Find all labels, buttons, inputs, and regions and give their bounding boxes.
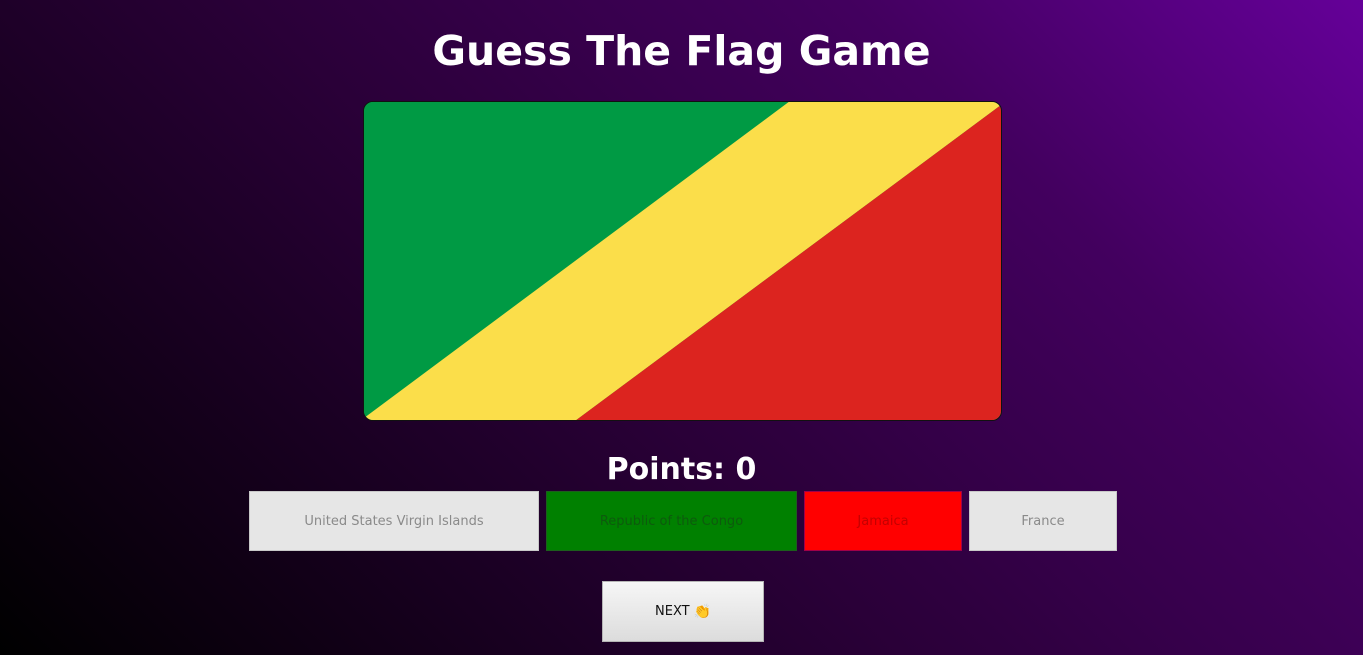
answer-option-france[interactable]: France [969, 491, 1117, 551]
answer-option-label: France [1021, 513, 1065, 529]
next-button-label: NEXT [655, 604, 690, 619]
answer-option-label: Jamaica [857, 513, 909, 529]
answer-option-jamaica[interactable]: Jamaica [804, 491, 962, 551]
answer-option-republic-of-the-congo[interactable]: Republic of the Congo [546, 491, 797, 551]
points-display: Points: 0 [0, 451, 1363, 489]
next-button[interactable]: NEXT 👏 [602, 581, 764, 642]
flag-republic-of-the-congo-icon [364, 102, 1001, 420]
answer-option-label: United States Virgin Islands [304, 513, 484, 529]
points-label: Points: [606, 452, 736, 487]
page-title: Guess The Flag Game [432, 27, 931, 75]
answer-option-label: Republic of the Congo [599, 513, 744, 529]
answer-option-us-virgin-islands[interactable]: United States Virgin Islands [249, 491, 539, 551]
flag-image [363, 101, 1002, 421]
points-value: 0 [735, 452, 757, 487]
clapping-hands-icon: 👏 [693, 603, 711, 620]
